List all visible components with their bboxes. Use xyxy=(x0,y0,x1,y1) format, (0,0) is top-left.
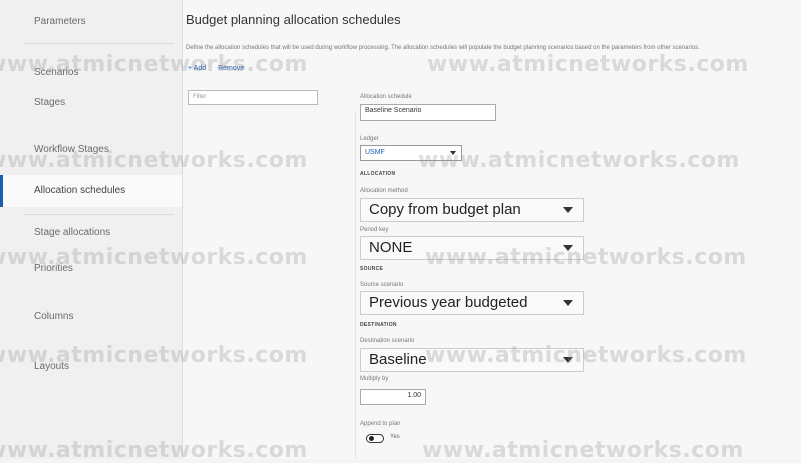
allocation-method-value: Copy from budget plan xyxy=(369,201,521,218)
multiply-by-field[interactable]: 1.00 xyxy=(360,389,426,405)
allocation-schedule-label: Allocation schedule xyxy=(360,94,412,100)
sidebar-item-parameters[interactable]: Parameters xyxy=(0,7,182,37)
period-key-value: NONE xyxy=(369,239,413,256)
append-to-plan-label: Append to plan xyxy=(360,421,401,427)
period-key-dropdown[interactable]: NONE xyxy=(360,236,584,260)
add-button[interactable]: + Add xyxy=(188,65,206,72)
destination-scenario-value: Baseline xyxy=(369,351,427,368)
period-key-label: Period key xyxy=(360,227,389,233)
source-scenario-value: Previous year budgeted xyxy=(369,294,528,311)
sidebar-item-workflow-stages[interactable]: Workflow Stages xyxy=(0,135,182,165)
sidebar-item-stages[interactable]: Stages xyxy=(0,88,182,118)
destination-scenario-label: Destination scenario xyxy=(360,338,415,344)
allocation-section-header: ALLOCATION xyxy=(360,171,396,177)
nav-divider xyxy=(24,214,174,215)
chevron-down-icon xyxy=(563,300,573,306)
filter-input[interactable]: Filter xyxy=(188,90,318,105)
main-content: Budget planning allocation schedules Def… xyxy=(183,0,801,459)
allocation-schedule-field[interactable]: Baseline Scenario xyxy=(360,104,496,121)
append-to-plan-toggle[interactable] xyxy=(366,434,384,443)
schedule-list xyxy=(183,112,356,459)
source-scenario-dropdown[interactable]: Previous year budgeted xyxy=(360,291,584,315)
sidebar-item-stage-allocations[interactable]: Stage allocations xyxy=(0,218,182,248)
ledger-value: USMF xyxy=(365,149,385,156)
append-to-plan-value: Yes xyxy=(390,434,400,440)
chevron-down-icon xyxy=(563,357,573,363)
multiply-by-label: Multiply by xyxy=(360,376,389,382)
allocation-method-label: Allocation method xyxy=(360,188,408,194)
ledger-label: Ledger xyxy=(360,136,379,142)
destination-scenario-dropdown[interactable]: Baseline xyxy=(360,348,584,372)
page-description: Define the allocation schedules that wil… xyxy=(186,45,700,51)
nav-divider xyxy=(24,43,174,44)
sidebar-item-priorities[interactable]: Priorities xyxy=(0,254,182,284)
chevron-down-icon xyxy=(563,207,573,213)
sidebar-item-scenarios[interactable]: Scenarios xyxy=(0,58,182,88)
destination-section-header: DESTINATION xyxy=(360,322,397,328)
sidebar-item-columns[interactable]: Columns xyxy=(0,302,182,332)
remove-button[interactable]: Remove xyxy=(218,65,244,72)
allocation-method-dropdown[interactable]: Copy from budget plan xyxy=(360,198,584,222)
source-section-header: SOURCE xyxy=(360,266,384,272)
ledger-dropdown[interactable]: USMF xyxy=(360,145,462,161)
sidebar-item-allocation-schedules[interactable]: Allocation schedules xyxy=(0,175,182,207)
chevron-down-icon xyxy=(450,151,456,155)
source-scenario-label: Source scenario xyxy=(360,282,404,288)
chevron-down-icon xyxy=(563,245,573,251)
sidebar-nav: Parameters Scenarios Stages Workflow Sta… xyxy=(0,0,183,459)
sidebar-item-layouts[interactable]: Layouts xyxy=(0,352,182,382)
page-title: Budget planning allocation schedules xyxy=(186,12,401,27)
action-bar: + Add Remove xyxy=(188,65,254,72)
